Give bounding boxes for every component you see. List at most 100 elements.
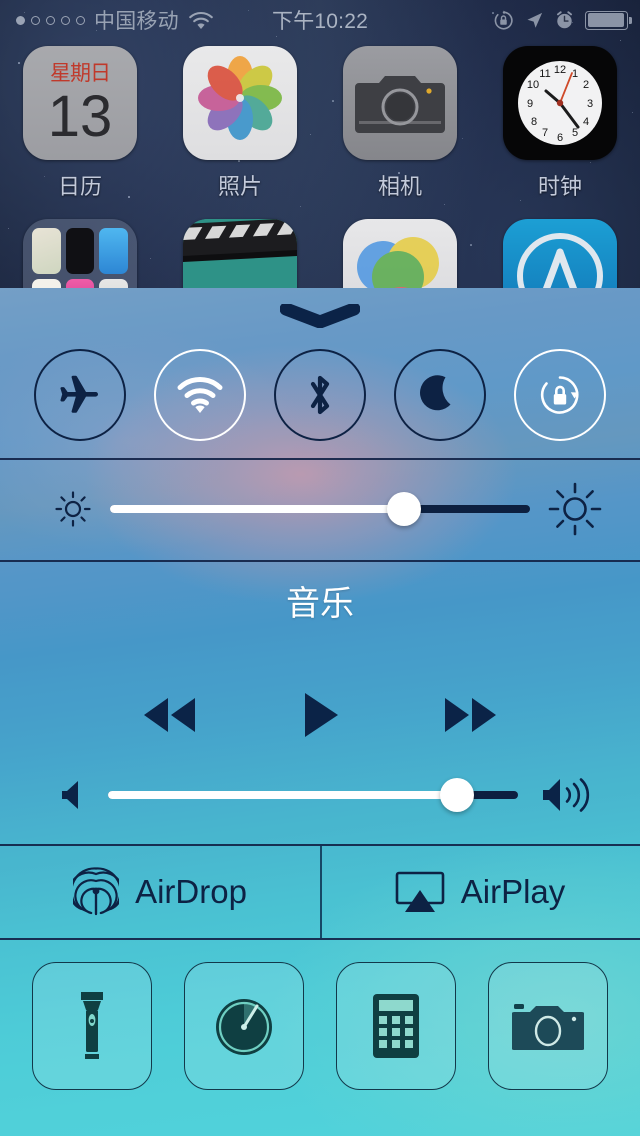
svg-text:4: 4 bbox=[583, 116, 589, 128]
svg-text:5: 5 bbox=[572, 127, 578, 139]
location-arrow-icon bbox=[525, 11, 544, 30]
airplay-button[interactable]: AirPlay bbox=[320, 846, 640, 938]
toggle-rotation-lock[interactable] bbox=[500, 349, 620, 441]
airplane-toggle-circle[interactable] bbox=[34, 349, 126, 441]
status-bar-right bbox=[493, 10, 640, 31]
app-clock[interactable]: 12 1 2 345 678 9 10 11 时钟 bbox=[480, 46, 640, 201]
airdrop-button[interactable]: AirDrop bbox=[0, 846, 320, 938]
carrier-label: 中国移动 bbox=[94, 10, 179, 33]
rewind-button[interactable] bbox=[95, 692, 245, 738]
svg-text:10: 10 bbox=[527, 79, 539, 91]
timer-icon bbox=[213, 993, 275, 1059]
camera-icon bbox=[512, 998, 584, 1054]
app-camera[interactable]: 相机 bbox=[320, 46, 480, 201]
bluetooth-toggle-circle[interactable] bbox=[274, 349, 366, 441]
calculator-icon bbox=[372, 993, 420, 1059]
app-photos[interactable]: 照片 bbox=[160, 46, 320, 201]
control-center-panel: 音乐 AirDrop AirPlay bbox=[0, 288, 640, 1136]
toggle-wifi[interactable] bbox=[140, 349, 260, 441]
svg-text:1: 1 bbox=[572, 68, 578, 80]
rewind-icon bbox=[135, 692, 205, 738]
app-label: 相机 bbox=[377, 174, 422, 199]
flashlight-icon bbox=[75, 990, 109, 1062]
moon-icon bbox=[419, 373, 461, 417]
airplay-icon bbox=[395, 870, 445, 914]
app-calendar[interactable]: 星期日 13 日历 bbox=[0, 46, 160, 201]
app-label: 日历 bbox=[57, 174, 102, 199]
signal-dot bbox=[31, 15, 40, 25]
camera-button[interactable] bbox=[488, 962, 608, 1090]
brightness-low-icon bbox=[54, 490, 92, 528]
music-section-title: 音乐 bbox=[286, 585, 354, 623]
airdrop-label: AirDrop bbox=[135, 873, 247, 910]
toggle-row bbox=[0, 330, 640, 460]
volume-slider-row[interactable] bbox=[0, 760, 640, 830]
volume-slider[interactable] bbox=[108, 778, 518, 812]
flashlight-button[interactable] bbox=[32, 962, 152, 1090]
shortcut-timer[interactable] bbox=[168, 962, 320, 1090]
separator-airrow bbox=[0, 938, 640, 940]
app-row-1: 星期日 13 日历 照片 相机 12 1 2 3 4 5 6 7 8 9 10 … bbox=[0, 46, 640, 201]
shortcut-calculator[interactable] bbox=[320, 962, 472, 1090]
brightness-slider[interactable] bbox=[110, 492, 530, 526]
brightness-high-icon bbox=[548, 482, 602, 536]
airplane-icon bbox=[57, 372, 103, 418]
svg-text:2: 2 bbox=[583, 79, 589, 91]
camera-icon bbox=[343, 46, 457, 160]
airdrop-icon bbox=[73, 867, 120, 917]
music-transport-controls bbox=[0, 680, 640, 750]
signal-dot bbox=[46, 15, 55, 25]
svg-text:9: 9 bbox=[527, 98, 533, 110]
app-label: 时钟 bbox=[537, 174, 582, 199]
shortcut-camera[interactable] bbox=[472, 962, 624, 1090]
wifi-toggle-circle[interactable] bbox=[154, 349, 246, 441]
brightness-fill bbox=[110, 505, 404, 513]
timer-button[interactable] bbox=[184, 962, 304, 1090]
brightness-knob[interactable] bbox=[387, 492, 421, 526]
wifi-icon bbox=[176, 376, 224, 414]
svg-text:7: 7 bbox=[542, 127, 548, 139]
play-button[interactable] bbox=[245, 689, 395, 741]
svg-text:8: 8 bbox=[531, 116, 537, 128]
svg-text:3: 3 bbox=[587, 98, 593, 110]
volume-fill bbox=[108, 791, 457, 799]
airplay-label: AirPlay bbox=[460, 873, 566, 910]
brightness-slider-row[interactable] bbox=[0, 460, 640, 558]
shortcut-flashlight[interactable] bbox=[16, 962, 168, 1090]
rotation-lock-icon bbox=[493, 10, 514, 31]
calculator-button[interactable] bbox=[336, 962, 456, 1090]
signal-dot bbox=[16, 15, 25, 25]
rotation-lock-icon bbox=[537, 372, 583, 418]
toggle-do-not-disturb[interactable] bbox=[380, 349, 500, 441]
grabber-chevron-icon[interactable] bbox=[280, 304, 360, 328]
volume-knob[interactable] bbox=[439, 778, 474, 812]
star bbox=[620, 40, 622, 42]
volume-high-icon bbox=[540, 775, 598, 815]
fast-forward-icon bbox=[435, 692, 505, 738]
rotation-lock-toggle-circle[interactable] bbox=[514, 349, 606, 441]
svg-text:12: 12 bbox=[554, 64, 566, 76]
play-icon bbox=[298, 689, 342, 741]
status-bar-left: 中国移动 bbox=[0, 5, 214, 35]
signal-strength-dots bbox=[16, 15, 85, 25]
brightness-track bbox=[110, 505, 530, 513]
toggle-airplane-mode[interactable] bbox=[20, 349, 140, 441]
airdrop-airplay-divider bbox=[320, 846, 322, 938]
bluetooth-icon bbox=[305, 372, 335, 418]
svg-text:11: 11 bbox=[539, 68, 550, 80]
calendar-icon: 星期日 13 bbox=[23, 46, 137, 160]
toggle-bluetooth[interactable] bbox=[260, 349, 380, 441]
status-bar: 中国移动 下午10:22 bbox=[0, 0, 640, 40]
signal-dot bbox=[76, 15, 85, 25]
dnd-toggle-circle[interactable] bbox=[394, 349, 486, 441]
shortcut-row bbox=[0, 946, 640, 1106]
photos-icon bbox=[183, 46, 297, 160]
separator-brightness bbox=[0, 560, 640, 562]
fast-forward-button[interactable] bbox=[395, 692, 545, 738]
alarm-clock-icon bbox=[555, 10, 574, 30]
iphone-screen: 中国移动 下午10:22 星期日 13 日历 照片 相机 12 1 2 3 4 … bbox=[0, 0, 640, 1136]
volume-low-icon bbox=[60, 778, 86, 812]
svg-text:6: 6 bbox=[557, 132, 563, 144]
wifi-icon bbox=[188, 11, 214, 30]
battery-icon bbox=[585, 10, 632, 30]
